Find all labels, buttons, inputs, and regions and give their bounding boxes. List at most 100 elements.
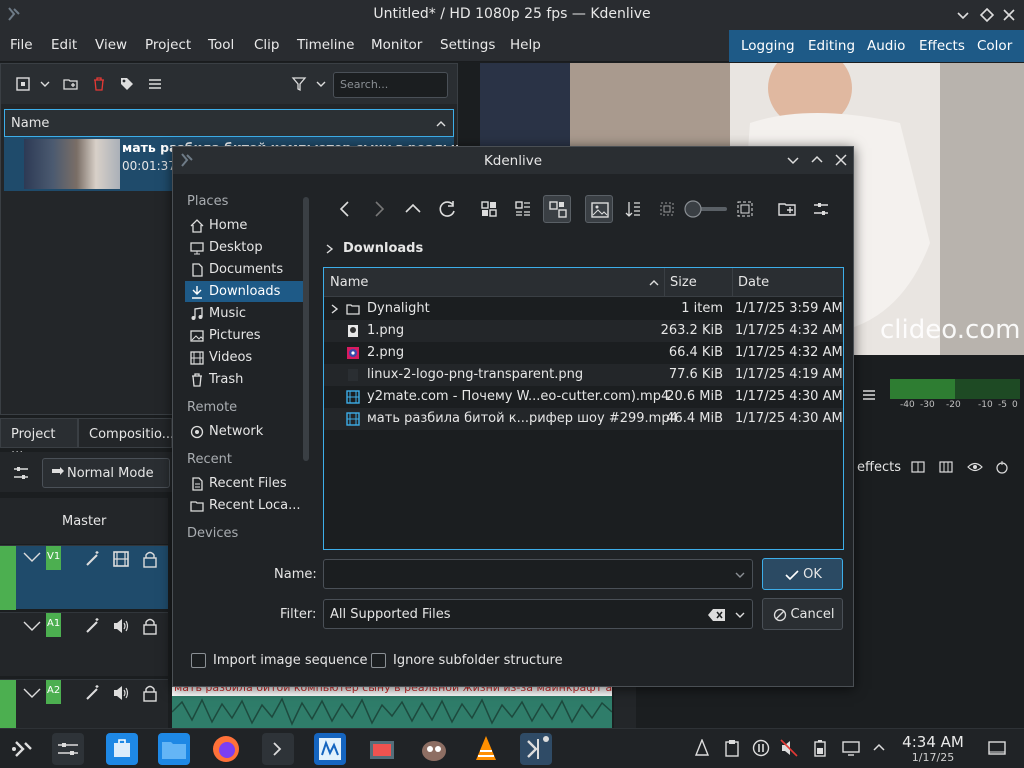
tag-icon[interactable] [119,76,135,92]
ok-button[interactable]: OK [762,558,843,590]
places-scrollbar[interactable] [303,197,309,461]
filename-input[interactable] [323,559,753,589]
file-row[interactable]: 2.png 66.4 KiB 1/17/25 4:32 AM [324,342,843,364]
eye-icon[interactable] [967,460,983,474]
file-row[interactable]: linux-2-logo-png-transparent.png 77.6 Ki… [324,364,843,386]
file-row[interactable]: 1.png 263.2 KiB 1/17/25 4:32 AM [324,320,843,342]
options-button[interactable] [807,195,835,223]
menu-timeline[interactable]: Timeline [297,37,354,53]
column-name[interactable]: Name [330,275,368,290]
forward-button[interactable] [365,195,393,223]
menu-settings[interactable]: Settings [440,37,495,53]
split-icon[interactable] [939,460,953,474]
place-home[interactable]: Home [185,215,303,236]
place-pictures[interactable]: Pictures [185,325,303,346]
clock-date[interactable]: 1/17/25 [900,751,966,764]
track-a1[interactable]: A1 [0,612,168,676]
track-v1[interactable]: V1 [0,545,168,610]
menu-clip[interactable]: Clip [254,37,280,53]
place-network[interactable]: Network [185,421,303,442]
compact-view-button[interactable] [509,195,537,223]
place-downloads[interactable]: Downloads [185,281,303,302]
tray-icon[interactable] [694,739,710,757]
speaker-icon[interactable] [112,684,130,702]
file-manager-icon[interactable] [158,733,190,765]
layout-color[interactable]: Color [977,38,1012,54]
place-recent-files[interactable]: Recent Files [185,473,303,494]
discover-icon[interactable] [106,733,138,765]
menu-file[interactable]: File [10,37,33,53]
preview-button[interactable] [585,195,613,223]
new-folder-button[interactable] [773,195,801,223]
vlc-icon[interactable] [470,733,502,765]
film-icon[interactable] [112,550,130,568]
track-a2[interactable]: A2 [0,679,168,729]
zoom-slider[interactable] [681,195,729,223]
expand-icon[interactable] [330,303,340,315]
settings-sliders-icon[interactable] [52,733,84,765]
maximize-button[interactable] [809,152,825,168]
monitor-app-icon[interactable] [314,733,346,765]
ignore-subfolder-label[interactable]: Ignore subfolder structure [393,653,563,668]
speaker-icon[interactable] [112,617,130,635]
collapse-icon[interactable] [22,686,42,700]
reload-button[interactable] [433,195,461,223]
cancel-button[interactable]: Cancel [762,598,843,630]
add-clip-icon[interactable] [15,76,31,92]
volume-muted-icon[interactable] [780,739,798,757]
maximize-button[interactable] [978,6,996,24]
layout-audio[interactable]: Audio [867,38,905,54]
chevron-up-icon[interactable] [648,277,660,289]
column-size[interactable]: Size [670,275,697,290]
collapse-icon[interactable] [22,550,42,564]
show-desktop-icon[interactable] [988,739,1006,757]
breadcrumb[interactable]: Downloads [325,241,423,256]
filter-icon[interactable] [291,76,307,92]
clear-icon[interactable] [708,608,726,622]
bin-column-header[interactable]: Name [4,109,454,137]
chevron-down-icon[interactable] [39,78,51,90]
sliders-icon[interactable] [12,464,30,482]
file-row[interactable]: мать разбила битой к...рифер шоу #299.mp… [324,408,843,430]
terminal-icon[interactable] [262,733,294,765]
audio-clip[interactable]: мать разбила битой компьютер сыну в реал… [172,681,612,728]
file-row-dynalight[interactable]: Dynalight 1 item 1/17/25 3:59 AM [324,298,843,320]
place-recent-locations[interactable]: Recent Loca... [185,495,303,516]
icons-view-button[interactable] [475,195,503,223]
filter-select[interactable]: All Supported Files [323,599,753,629]
lock-icon[interactable] [142,684,158,702]
master-track-header[interactable]: Master [0,498,168,544]
application-launcher-icon[interactable] [6,733,38,765]
battery-icon[interactable] [812,739,828,757]
layout-editing[interactable]: Editing [808,38,855,54]
layout-logging[interactable]: Logging [741,38,795,54]
chevron-down-icon[interactable] [734,569,746,581]
effects-wand-icon[interactable] [84,550,102,568]
column-date[interactable]: Date [738,275,769,290]
place-music[interactable]: Music [185,303,303,324]
close-button[interactable] [1000,6,1018,24]
menu-monitor[interactable]: Monitor [371,37,422,53]
media-pause-icon[interactable] [752,739,770,757]
monitor-menu-icon[interactable] [861,387,877,403]
up-button[interactable] [399,195,427,223]
kdenlive-task-icon[interactable] [520,733,552,765]
lock-icon[interactable] [142,550,158,568]
chevron-down-icon[interactable] [315,78,327,90]
menu-view[interactable]: View [95,37,127,53]
chevron-up-icon[interactable] [872,741,886,753]
collapse-icon[interactable] [22,619,42,633]
layout-effects[interactable]: Effects [919,38,965,54]
add-folder-icon[interactable] [63,76,79,92]
network-tray-icon[interactable] [842,739,860,757]
compare-icon[interactable] [911,460,925,474]
gimp-icon[interactable] [418,733,450,765]
minimize-button[interactable] [785,152,801,168]
edit-mode-select[interactable]: Normal Mode [42,458,170,488]
lock-icon[interactable] [142,617,158,635]
zoom-out-button[interactable] [653,195,681,223]
clock-time[interactable]: 4:34 AM [900,733,966,751]
place-desktop[interactable]: Desktop [185,237,303,258]
effects-wand-icon[interactable] [84,617,102,635]
firefox-icon[interactable] [210,733,242,765]
